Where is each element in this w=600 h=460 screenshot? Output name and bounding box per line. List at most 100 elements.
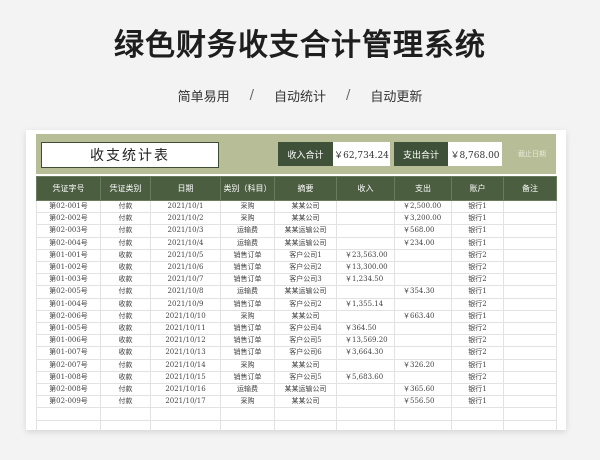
cell-account[interactable]: 银行1 bbox=[451, 309, 504, 324]
cell-summary[interactable]: 客户公司3 bbox=[274, 273, 337, 287]
cell-voucher-type[interactable]: 付款 bbox=[100, 395, 151, 409]
cell-income[interactable]: ￥364.50 bbox=[336, 322, 395, 336]
column-header-income[interactable]: 收入 bbox=[336, 176, 395, 201]
cell-remark[interactable] bbox=[503, 212, 557, 226]
column-header-account[interactable]: 账户 bbox=[451, 176, 504, 201]
cell-remark[interactable] bbox=[503, 322, 557, 336]
cell-voucher-no[interactable] bbox=[36, 407, 101, 421]
cell-voucher-type[interactable]: 付款 bbox=[100, 236, 151, 250]
cell-summary[interactable]: 某某运输公司 bbox=[274, 236, 337, 250]
cell-summary[interactable]: 某某公司 bbox=[274, 309, 337, 324]
cell-income[interactable]: ￥3,664.30 bbox=[336, 346, 395, 360]
cell-account[interactable]: 银行2 bbox=[451, 322, 504, 336]
cell-date[interactable]: 2021/10/15 bbox=[150, 370, 221, 385]
cell-summary[interactable] bbox=[274, 419, 337, 430]
cell-voucher-no[interactable]: 第01-002号 bbox=[36, 261, 101, 275]
cell-summary[interactable]: 客户公司4 bbox=[274, 322, 337, 336]
cell-voucher-type[interactable]: 收款 bbox=[100, 273, 151, 287]
cell-summary[interactable]: 某某运输公司 bbox=[274, 285, 337, 299]
cell-expense[interactable]: ￥556.50 bbox=[394, 395, 452, 409]
cell-voucher-no[interactable]: 第02-006号 bbox=[36, 309, 101, 324]
cell-voucher-no[interactable]: 第01-008号 bbox=[36, 370, 101, 385]
cell-account[interactable] bbox=[451, 407, 504, 421]
cell-expense[interactable]: ￥663.40 bbox=[394, 309, 452, 324]
cell-voucher-no[interactable]: 第01-003号 bbox=[36, 273, 101, 287]
cell-remark[interactable] bbox=[503, 334, 557, 348]
cell-account[interactable]: 银行1 bbox=[451, 224, 504, 238]
cell-remark[interactable] bbox=[503, 248, 557, 263]
cell-date[interactable] bbox=[150, 419, 221, 430]
cell-date[interactable]: 2021/10/10 bbox=[150, 309, 221, 324]
cell-voucher-type[interactable]: 收款 bbox=[100, 297, 151, 311]
cell-date[interactable]: 2021/10/11 bbox=[150, 322, 221, 336]
cell-expense[interactable] bbox=[394, 273, 452, 287]
cell-account[interactable]: 银行2 bbox=[451, 346, 504, 360]
cell-category[interactable]: 销售订单 bbox=[220, 297, 275, 311]
cell-expense[interactable]: ￥326.20 bbox=[394, 358, 452, 372]
cell-account[interactable]: 银行2 bbox=[451, 334, 504, 348]
cell-remark[interactable] bbox=[503, 346, 557, 360]
column-header-summary[interactable]: 摘要 bbox=[274, 176, 337, 201]
cell-income[interactable]: ￥13,569.20 bbox=[336, 334, 395, 348]
cell-income[interactable]: ￥13,300.00 bbox=[336, 261, 395, 275]
column-header-expense[interactable]: 支出 bbox=[394, 176, 452, 201]
cell-date[interactable]: 2021/10/1 bbox=[150, 199, 221, 214]
cell-income[interactable] bbox=[336, 358, 395, 372]
cell-category[interactable]: 销售订单 bbox=[220, 261, 275, 275]
cell-remark[interactable] bbox=[503, 273, 557, 287]
cell-voucher-type[interactable]: 付款 bbox=[100, 199, 151, 214]
cell-remark[interactable] bbox=[503, 199, 557, 214]
cell-income[interactable] bbox=[336, 199, 395, 214]
cell-remark[interactable] bbox=[503, 358, 557, 372]
expense-total-value[interactable]: ￥8,768.00 bbox=[448, 142, 502, 166]
cell-income[interactable] bbox=[336, 212, 395, 226]
cell-voucher-no[interactable]: 第02-007号 bbox=[36, 358, 101, 372]
cell-category[interactable]: 运输费 bbox=[220, 285, 275, 299]
cell-income[interactable] bbox=[336, 285, 395, 299]
cell-summary[interactable]: 某某运输公司 bbox=[274, 383, 337, 397]
cell-income[interactable] bbox=[336, 395, 395, 409]
cell-date[interactable]: 2021/10/8 bbox=[150, 285, 221, 299]
cell-date[interactable]: 2021/10/7 bbox=[150, 273, 221, 287]
cell-summary[interactable]: 某某公司 bbox=[274, 212, 337, 226]
cell-remark[interactable] bbox=[503, 297, 557, 311]
cell-voucher-no[interactable] bbox=[36, 419, 101, 430]
column-header-voucher-type[interactable]: 凭证类别 bbox=[100, 176, 151, 201]
cell-voucher-type[interactable] bbox=[100, 407, 151, 421]
cell-voucher-no[interactable]: 第02-003号 bbox=[36, 224, 101, 238]
cell-summary[interactable]: 客户公司5 bbox=[274, 334, 337, 348]
cell-account[interactable]: 银行1 bbox=[451, 395, 504, 409]
cell-category[interactable]: 销售订单 bbox=[220, 322, 275, 336]
cell-remark[interactable] bbox=[503, 370, 557, 385]
cell-expense[interactable] bbox=[394, 297, 452, 311]
cell-summary[interactable]: 某某公司 bbox=[274, 199, 337, 214]
cell-income[interactable]: ￥1,234.50 bbox=[336, 273, 395, 287]
cell-category[interactable]: 运输费 bbox=[220, 236, 275, 250]
cell-income[interactable]: ￥23,563.00 bbox=[336, 248, 395, 263]
cell-voucher-no[interactable]: 第02-009号 bbox=[36, 395, 101, 409]
cell-account[interactable] bbox=[451, 419, 504, 430]
cell-date[interactable]: 2021/10/6 bbox=[150, 261, 221, 275]
cell-voucher-type[interactable]: 收款 bbox=[100, 346, 151, 360]
cell-remark[interactable] bbox=[503, 236, 557, 250]
cell-category[interactable]: 销售订单 bbox=[220, 273, 275, 287]
cell-category[interactable]: 采购 bbox=[220, 309, 275, 324]
cell-summary[interactable] bbox=[274, 407, 337, 421]
cell-voucher-type[interactable]: 收款 bbox=[100, 248, 151, 263]
cell-summary[interactable]: 客户公司6 bbox=[274, 346, 337, 360]
cell-voucher-no[interactable]: 第02-008号 bbox=[36, 383, 101, 397]
cell-category[interactable]: 销售订单 bbox=[220, 346, 275, 360]
cell-voucher-type[interactable]: 付款 bbox=[100, 358, 151, 372]
column-header-date[interactable]: 日期 bbox=[150, 176, 221, 201]
cell-voucher-no[interactable]: 第01-001号 bbox=[36, 248, 101, 263]
cell-category[interactable]: 采购 bbox=[220, 358, 275, 372]
cell-remark[interactable] bbox=[503, 285, 557, 299]
cell-income[interactable] bbox=[336, 407, 395, 421]
column-header-voucher-no[interactable]: 凭证字号 bbox=[36, 176, 101, 201]
cell-expense[interactable]: ￥3,200.00 bbox=[394, 212, 452, 226]
cell-remark[interactable] bbox=[503, 309, 557, 324]
cell-date[interactable]: 2021/10/17 bbox=[150, 395, 221, 409]
cell-voucher-no[interactable]: 第02-004号 bbox=[36, 236, 101, 250]
column-header-remark[interactable]: 备注 bbox=[503, 176, 557, 201]
cell-voucher-no[interactable]: 第02-001号 bbox=[36, 199, 101, 214]
